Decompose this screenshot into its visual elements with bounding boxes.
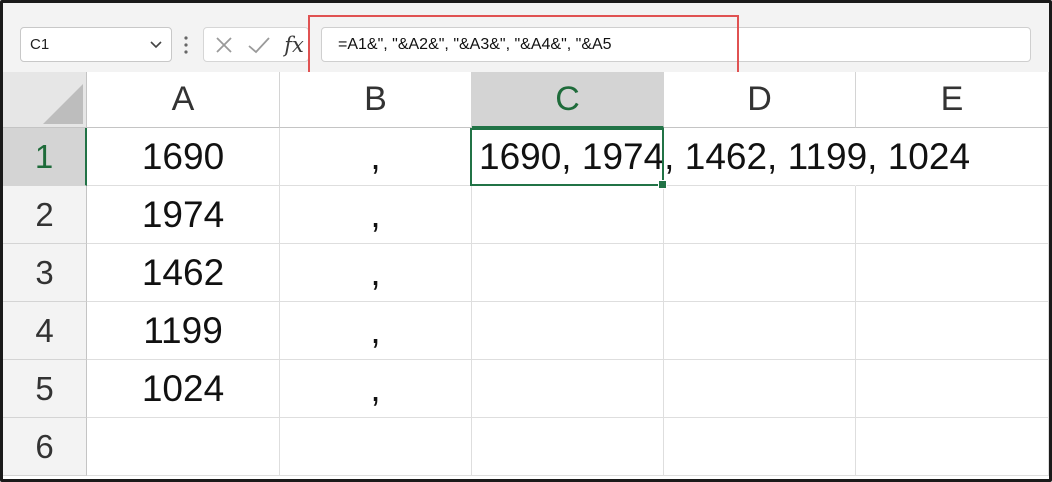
cell-e6[interactable]	[856, 418, 1049, 476]
cell-c1-selected[interactable]	[470, 128, 667, 189]
cell-e5[interactable]	[856, 360, 1049, 418]
function-icon[interactable]: fx	[280, 28, 308, 61]
cell-b6[interactable]	[280, 418, 472, 476]
row-header-5[interactable]: 5	[3, 360, 87, 418]
cell-b1[interactable]: ,	[280, 128, 472, 186]
cell-b4[interactable]: ,	[280, 302, 472, 360]
cell-e2[interactable]	[856, 186, 1049, 244]
cell-a3[interactable]: 1462	[87, 244, 280, 302]
checkmark-icon[interactable]	[244, 28, 274, 61]
cell-e4[interactable]	[856, 302, 1049, 360]
formula-buttons: fx	[203, 27, 309, 62]
cell-b2[interactable]: ,	[280, 186, 472, 244]
cell-a6[interactable]	[87, 418, 280, 476]
cell-c4[interactable]	[472, 302, 664, 360]
cell-d6[interactable]	[664, 418, 856, 476]
cell-a2[interactable]: 1974	[87, 186, 280, 244]
column-header-e[interactable]: E	[856, 72, 1049, 128]
row-header-1[interactable]: 1	[3, 128, 87, 186]
cell-b3[interactable]: ,	[280, 244, 472, 302]
cell-d2[interactable]	[664, 186, 856, 244]
cell-d4[interactable]	[664, 302, 856, 360]
select-all-button[interactable]	[3, 72, 87, 128]
row-header-2[interactable]: 2	[3, 186, 87, 244]
cell-c6[interactable]	[472, 418, 664, 476]
close-icon[interactable]	[210, 28, 238, 61]
cell-d5[interactable]	[664, 360, 856, 418]
row-header-3[interactable]: 3	[3, 244, 87, 302]
cell-b5[interactable]: ,	[280, 360, 472, 418]
select-all-triangle-icon	[43, 84, 83, 124]
cell-c2[interactable]	[472, 186, 664, 244]
cell-a5[interactable]: 1024	[87, 360, 280, 418]
row-header-4[interactable]: 4	[3, 302, 87, 360]
chevron-down-icon[interactable]	[148, 36, 164, 52]
column-header-d[interactable]: D	[664, 72, 856, 128]
formula-bar: C1 fx =A1&", "&A2&", "&A3&", "&A4&", "&A…	[3, 3, 1049, 83]
column-header-c[interactable]: C	[472, 72, 664, 128]
column-header-b[interactable]: B	[280, 72, 472, 128]
formula-input[interactable]: =A1&", "&A2&", "&A3&", "&A4&", "&A5	[321, 27, 1031, 62]
cell-d3[interactable]	[664, 244, 856, 302]
row-header-6[interactable]: 6	[3, 418, 87, 476]
name-box-value[interactable]: C1	[30, 36, 49, 53]
excel-window: C1 fx =A1&", "&A2&", "&A3&", "&A4&", "&A…	[0, 0, 1052, 482]
cell-a1[interactable]: 1690	[87, 128, 280, 186]
formula-text[interactable]: =A1&", "&A2&", "&A3&", "&A4&", "&A5	[338, 36, 612, 54]
vertical-dots-icon[interactable]	[183, 34, 189, 56]
column-header-a[interactable]: A	[87, 72, 280, 128]
cell-c5[interactable]	[472, 360, 664, 418]
name-box[interactable]: C1	[20, 27, 172, 62]
cell-a4[interactable]: 1199	[87, 302, 280, 360]
cell-e3[interactable]	[856, 244, 1049, 302]
fill-handle[interactable]	[658, 180, 667, 189]
worksheet-grid: A B C D E 1 2 3 4 5 6 1690 1974 1462 119…	[3, 72, 1049, 479]
cell-c3[interactable]	[472, 244, 664, 302]
